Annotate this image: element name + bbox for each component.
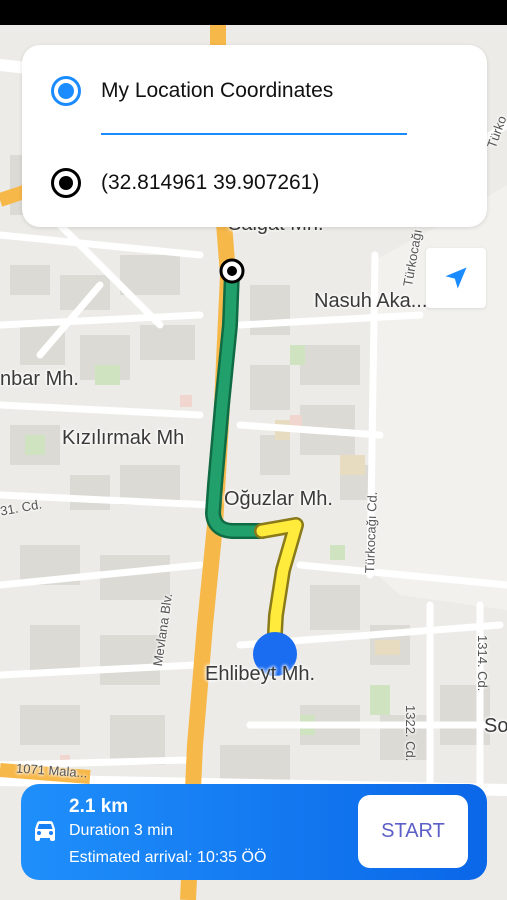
- status-bar: [0, 0, 507, 25]
- route-arrival: Estimated arrival: 10:35 ÖÖ: [69, 849, 267, 866]
- route-summary-card: 2.1 km Duration 3 min Estimated arrival:…: [21, 784, 487, 880]
- street-label: 1322. Cd.: [403, 705, 418, 762]
- radio-selected-icon[interactable]: [51, 76, 81, 106]
- district-label: nbar Mh.: [0, 368, 79, 390]
- car-icon: [35, 821, 55, 841]
- destination-marker-icon[interactable]: [51, 168, 81, 198]
- origin-label[interactable]: My Location Coordinates: [101, 79, 333, 103]
- district-label: Oğuzlar Mh.: [224, 488, 333, 510]
- district-label: Nasuh Aka...: [314, 290, 428, 312]
- district-label: Ehlibeyt Mh.: [205, 663, 316, 685]
- route-search-card: My Location Coordinates (32.814961 39.90…: [22, 45, 487, 227]
- locate-me-button[interactable]: [426, 248, 486, 308]
- district-label: So: [484, 715, 507, 737]
- route-duration: Duration 3 min: [69, 822, 174, 839]
- destination-row[interactable]: (32.814961 39.907261): [22, 165, 487, 201]
- street-label: 1314. Cd.: [475, 635, 490, 692]
- start-button[interactable]: START: [358, 795, 468, 868]
- destination-coordinates[interactable]: (32.814961 39.907261): [101, 171, 319, 195]
- navigation-arrow-icon: [445, 267, 467, 289]
- origin-row[interactable]: My Location Coordinates: [22, 73, 487, 109]
- origin-divider: [101, 133, 407, 135]
- route-distance: 2.1 km: [69, 796, 129, 817]
- street-label: Türkocağı Cd.: [362, 491, 380, 574]
- district-label: Kızılırmak Mh: [62, 427, 185, 449]
